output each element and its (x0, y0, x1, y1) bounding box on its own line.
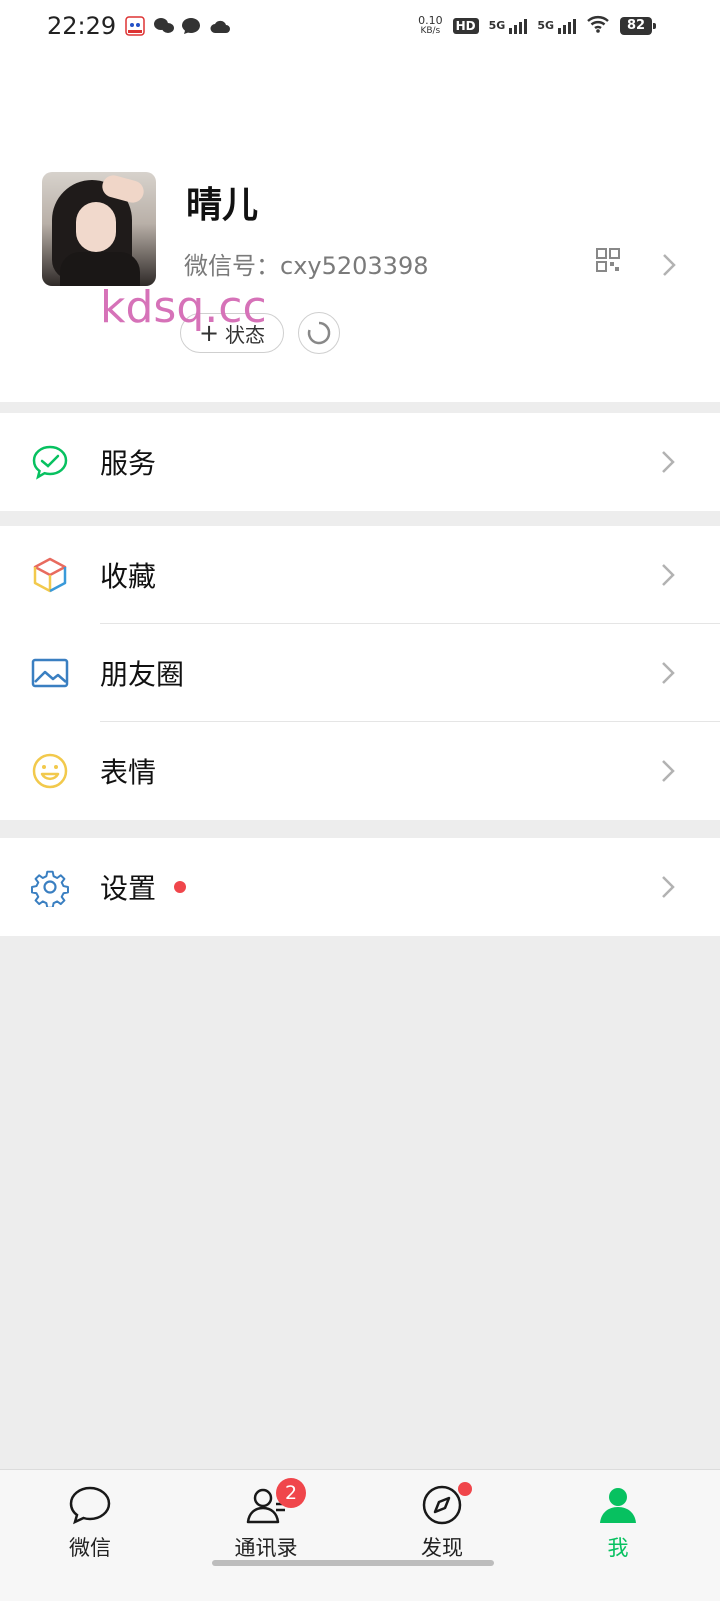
wechat-notification-icon (153, 16, 174, 36)
add-status-button[interactable]: + 状态 (180, 313, 284, 353)
chevron-right-icon (660, 758, 676, 784)
plus-icon: + (198, 319, 220, 347)
menu-group-settings: 设置 (0, 838, 720, 936)
chevron-right-icon[interactable] (660, 251, 678, 279)
menu-label-moments: 朋友圈 (100, 658, 185, 691)
menu-item-settings[interactable]: 设置 (0, 838, 720, 936)
status-time: 22:29 (47, 12, 117, 40)
contacts-badge: 2 (276, 1478, 306, 1508)
signal-2-label: 5G (537, 18, 554, 32)
net-speed: 0.10 KB/s (418, 15, 443, 37)
tab-me[interactable]: 我 (528, 1470, 708, 1580)
favorites-cube-icon (30, 555, 70, 595)
menu-item-favorites[interactable]: 收藏 (0, 526, 720, 624)
status-bar: 22:29 0.10 KB/s HD 5G 5G 82 (0, 0, 720, 56)
wifi-icon (586, 14, 610, 38)
cell-signal-2-icon: 5G (537, 18, 576, 34)
menu-group-main: 收藏 朋友圈 表情 (0, 526, 720, 820)
menu-item-moments[interactable]: 朋友圈 (0, 624, 720, 722)
baidu-app-icon (125, 16, 145, 36)
chat-bubble-icon (67, 1482, 113, 1528)
refresh-ring-icon (307, 321, 331, 345)
wechat-id: 微信号：cxy5203398 (184, 252, 429, 280)
menu-item-stickers[interactable]: 表情 (0, 722, 720, 820)
menu-label-settings: 设置 (100, 872, 157, 905)
settings-red-dot (174, 881, 186, 893)
chevron-right-icon (660, 874, 676, 900)
tab-chats[interactable]: 微信 (0, 1470, 180, 1580)
discover-red-dot (458, 1482, 472, 1496)
net-speed-unit: KB/s (420, 26, 441, 36)
moments-photo-icon (30, 653, 70, 693)
menu-group-service: 服务 (0, 413, 720, 511)
menu-label-favorites: 收藏 (100, 560, 157, 593)
net-speed-value: 0.10 (418, 14, 443, 27)
nickname: 晴儿 (186, 185, 259, 226)
signal-1-label: 5G (488, 18, 506, 32)
tab-label-contacts: 通讯录 (234, 1536, 298, 1560)
chevron-right-icon (660, 660, 676, 686)
qr-code-icon[interactable] (595, 247, 621, 273)
settings-gear-icon (30, 867, 70, 909)
bottom-tab-bar: 微信 通讯录 2 发现 我 (0, 1469, 720, 1601)
tab-label-me: 我 (607, 1536, 629, 1560)
home-indicator[interactable] (212, 1560, 494, 1566)
service-icon (30, 442, 70, 482)
notification-icons (125, 16, 230, 36)
message-notification-icon (181, 16, 201, 36)
chevron-right-icon (660, 449, 676, 475)
menu-label-stickers: 表情 (100, 756, 157, 789)
status-button-label: 状态 (225, 322, 266, 347)
status-ring-button[interactable] (298, 312, 340, 354)
menu-label-service: 服务 (100, 447, 157, 480)
me-person-icon (595, 1482, 641, 1528)
menu-item-service[interactable]: 服务 (0, 413, 720, 511)
chevron-right-icon (660, 562, 676, 588)
weather-cloud-icon (209, 16, 230, 36)
tab-label-discover: 发现 (421, 1536, 463, 1560)
battery-icon: 82 (620, 17, 656, 35)
status-right-group: 0.10 KB/s HD 5G 5G 82 (418, 14, 656, 38)
cell-signal-icon: 5G (488, 18, 528, 34)
avatar[interactable] (42, 172, 156, 286)
profile-header[interactable]: 晴儿 微信号：cxy5203398 + 状态 kdsq.cc (0, 56, 720, 402)
tab-label-chats: 微信 (69, 1536, 111, 1560)
stickers-smiley-icon (30, 751, 70, 791)
hd-voice-badge: HD (452, 18, 479, 34)
